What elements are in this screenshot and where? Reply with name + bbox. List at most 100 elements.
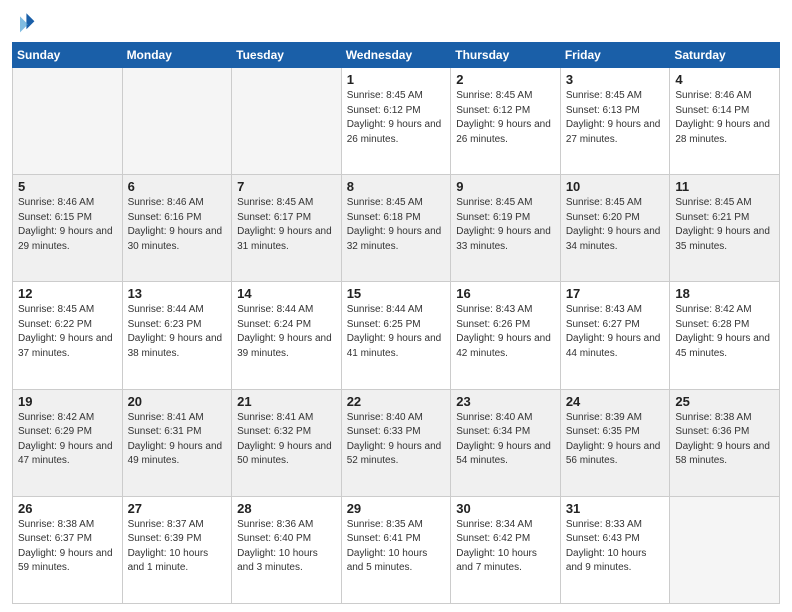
week-row-4: 19 Sunrise: 8:42 AM Sunset: 6:29 PM Dayli… bbox=[13, 389, 780, 496]
day-header-monday: Monday bbox=[122, 43, 232, 68]
cell-details: Sunrise: 8:45 AM Sunset: 6:12 PM Dayligh… bbox=[456, 89, 555, 147]
calendar-cell: 30Sunrise: 8:34 AM Sunset: 6:42 PM Dayli… bbox=[451, 496, 561, 603]
day-number: 31 bbox=[566, 501, 665, 516]
cell-details: Sunrise: 8:46 AM Sunset: 6:14 PM Dayligh… bbox=[675, 89, 774, 147]
cell-details: Sunrise: 8:37 AM Sunset: 6:39 PM Dayligh… bbox=[128, 518, 227, 576]
day-number: 12 bbox=[18, 286, 117, 301]
calendar-cell: 18 Sunrise: 8:42 AM Sunset: 6:28 PM Dayli… bbox=[670, 282, 780, 389]
cell-details: Sunrise: 8:45 AM Sunset: 6:20 PM Dayligh… bbox=[566, 196, 665, 254]
calendar-cell: 29Sunrise: 8:35 AM Sunset: 6:41 PM Dayli… bbox=[341, 496, 451, 603]
day-number: 6 bbox=[128, 179, 227, 194]
cell-details: Sunrise: 8:42 AM Sunset: 6:28 PM Dayligh… bbox=[675, 303, 774, 361]
cell-details: Sunrise: 8:45 AM Sunset: 6:13 PM Dayligh… bbox=[566, 89, 665, 147]
day-header-thursday: Thursday bbox=[451, 43, 561, 68]
day-number: 10 bbox=[566, 179, 665, 194]
day-number: 22 bbox=[347, 394, 446, 409]
logo-icon bbox=[12, 10, 36, 34]
day-header-sunday: Sunday bbox=[13, 43, 123, 68]
calendar-cell: 10 Sunrise: 8:45 AM Sunset: 6:20 PM Dayli… bbox=[560, 175, 670, 282]
day-number: 29 bbox=[347, 501, 446, 516]
day-number: 1 bbox=[347, 72, 446, 87]
day-number: 5 bbox=[18, 179, 117, 194]
cell-details: Sunrise: 8:43 AM Sunset: 6:27 PM Dayligh… bbox=[566, 303, 665, 361]
day-number: 8 bbox=[347, 179, 446, 194]
day-number: 18 bbox=[675, 286, 774, 301]
day-number: 26 bbox=[18, 501, 117, 516]
calendar-cell: 7 Sunrise: 8:45 AM Sunset: 6:17 PM Daylig… bbox=[232, 175, 342, 282]
day-header-saturday: Saturday bbox=[670, 43, 780, 68]
cell-details: Sunrise: 8:42 AM Sunset: 6:29 PM Dayligh… bbox=[18, 411, 117, 469]
calendar-cell: 19 Sunrise: 8:42 AM Sunset: 6:29 PM Dayli… bbox=[13, 389, 123, 496]
calendar-cell: 21 Sunrise: 8:41 AM Sunset: 6:32 PM Dayli… bbox=[232, 389, 342, 496]
cell-details: Sunrise: 8:36 AM Sunset: 6:40 PM Dayligh… bbox=[237, 518, 336, 576]
calendar-cell bbox=[670, 496, 780, 603]
day-number: 27 bbox=[128, 501, 227, 516]
cell-details: Sunrise: 8:45 AM Sunset: 6:17 PM Dayligh… bbox=[237, 196, 336, 254]
calendar-cell: 26Sunrise: 8:38 AM Sunset: 6:37 PM Dayli… bbox=[13, 496, 123, 603]
calendar-cell: 3 Sunrise: 8:45 AM Sunset: 6:13 PM Daylig… bbox=[560, 68, 670, 175]
calendar-cell: 23 Sunrise: 8:40 AM Sunset: 6:34 PM Dayli… bbox=[451, 389, 561, 496]
cell-details: Sunrise: 8:41 AM Sunset: 6:31 PM Dayligh… bbox=[128, 411, 227, 469]
day-number: 11 bbox=[675, 179, 774, 194]
cell-details: Sunrise: 8:40 AM Sunset: 6:33 PM Dayligh… bbox=[347, 411, 446, 469]
page: SundayMondayTuesdayWednesdayThursdayFrid… bbox=[0, 0, 792, 612]
cell-details: Sunrise: 8:34 AM Sunset: 6:42 PM Dayligh… bbox=[456, 518, 555, 576]
day-number: 4 bbox=[675, 72, 774, 87]
calendar-cell: 24 Sunrise: 8:39 AM Sunset: 6:35 PM Dayli… bbox=[560, 389, 670, 496]
cell-details: Sunrise: 8:40 AM Sunset: 6:34 PM Dayligh… bbox=[456, 411, 555, 469]
logo bbox=[12, 10, 40, 34]
day-number: 24 bbox=[566, 394, 665, 409]
calendar-cell: 17 Sunrise: 8:43 AM Sunset: 6:27 PM Dayli… bbox=[560, 282, 670, 389]
cell-details: Sunrise: 8:45 AM Sunset: 6:12 PM Dayligh… bbox=[347, 89, 446, 147]
calendar-cell: 12 Sunrise: 8:45 AM Sunset: 6:22 PM Dayli… bbox=[13, 282, 123, 389]
calendar-cell: 13 Sunrise: 8:44 AM Sunset: 6:23 PM Dayli… bbox=[122, 282, 232, 389]
cell-details: Sunrise: 8:45 AM Sunset: 6:22 PM Dayligh… bbox=[18, 303, 117, 361]
calendar-cell: 27 Sunrise: 8:37 AM Sunset: 6:39 PM Dayli… bbox=[122, 496, 232, 603]
cell-details: Sunrise: 8:46 AM Sunset: 6:15 PM Dayligh… bbox=[18, 196, 117, 254]
day-number: 3 bbox=[566, 72, 665, 87]
calendar-cell: 9Sunrise: 8:45 AM Sunset: 6:19 PM Daylig… bbox=[451, 175, 561, 282]
calendar-cell bbox=[122, 68, 232, 175]
calendar-cell: 31 Sunrise: 8:33 AM Sunset: 6:43 PM Dayli… bbox=[560, 496, 670, 603]
calendar-table: SundayMondayTuesdayWednesdayThursdayFrid… bbox=[12, 42, 780, 604]
day-number: 19 bbox=[18, 394, 117, 409]
day-header-friday: Friday bbox=[560, 43, 670, 68]
header bbox=[12, 10, 780, 34]
cell-details: Sunrise: 8:43 AM Sunset: 6:26 PM Dayligh… bbox=[456, 303, 555, 361]
cell-details: Sunrise: 8:33 AM Sunset: 6:43 PM Dayligh… bbox=[566, 518, 665, 576]
day-header-tuesday: Tuesday bbox=[232, 43, 342, 68]
day-number: 25 bbox=[675, 394, 774, 409]
day-number: 14 bbox=[237, 286, 336, 301]
day-number: 2 bbox=[456, 72, 555, 87]
calendar-cell: 5 Sunrise: 8:46 AM Sunset: 6:15 PM Daylig… bbox=[13, 175, 123, 282]
calendar-cell: 16 Sunrise: 8:43 AM Sunset: 6:26 PM Dayli… bbox=[451, 282, 561, 389]
calendar-cell: 14 Sunrise: 8:44 AM Sunset: 6:24 PM Dayli… bbox=[232, 282, 342, 389]
calendar-cell: 8Sunrise: 8:45 AM Sunset: 6:18 PM Daylig… bbox=[341, 175, 451, 282]
day-number: 13 bbox=[128, 286, 227, 301]
calendar-cell: 6Sunrise: 8:46 AM Sunset: 6:16 PM Daylig… bbox=[122, 175, 232, 282]
calendar-cell bbox=[232, 68, 342, 175]
cell-details: Sunrise: 8:39 AM Sunset: 6:35 PM Dayligh… bbox=[566, 411, 665, 469]
calendar-cell bbox=[13, 68, 123, 175]
day-number: 23 bbox=[456, 394, 555, 409]
calendar-cell: 20Sunrise: 8:41 AM Sunset: 6:31 PM Dayli… bbox=[122, 389, 232, 496]
cell-details: Sunrise: 8:41 AM Sunset: 6:32 PM Dayligh… bbox=[237, 411, 336, 469]
calendar-cell: 4 Sunrise: 8:46 AM Sunset: 6:14 PM Daylig… bbox=[670, 68, 780, 175]
calendar-cell: 15 Sunrise: 8:44 AM Sunset: 6:25 PM Dayli… bbox=[341, 282, 451, 389]
week-row-2: 5 Sunrise: 8:46 AM Sunset: 6:15 PM Daylig… bbox=[13, 175, 780, 282]
day-number: 7 bbox=[237, 179, 336, 194]
day-number: 16 bbox=[456, 286, 555, 301]
week-row-3: 12 Sunrise: 8:45 AM Sunset: 6:22 PM Dayli… bbox=[13, 282, 780, 389]
calendar-cell: 11Sunrise: 8:45 AM Sunset: 6:21 PM Dayli… bbox=[670, 175, 780, 282]
calendar-cell: 25Sunrise: 8:38 AM Sunset: 6:36 PM Dayli… bbox=[670, 389, 780, 496]
day-number: 21 bbox=[237, 394, 336, 409]
cell-details: Sunrise: 8:44 AM Sunset: 6:24 PM Dayligh… bbox=[237, 303, 336, 361]
day-header-wednesday: Wednesday bbox=[341, 43, 451, 68]
day-number: 15 bbox=[347, 286, 446, 301]
cell-details: Sunrise: 8:44 AM Sunset: 6:23 PM Dayligh… bbox=[128, 303, 227, 361]
calendar-cell: 28 Sunrise: 8:36 AM Sunset: 6:40 PM Dayli… bbox=[232, 496, 342, 603]
calendar-cell: 1 Sunrise: 8:45 AM Sunset: 6:12 PM Daylig… bbox=[341, 68, 451, 175]
day-number: 17 bbox=[566, 286, 665, 301]
day-number: 28 bbox=[237, 501, 336, 516]
cell-details: Sunrise: 8:44 AM Sunset: 6:25 PM Dayligh… bbox=[347, 303, 446, 361]
